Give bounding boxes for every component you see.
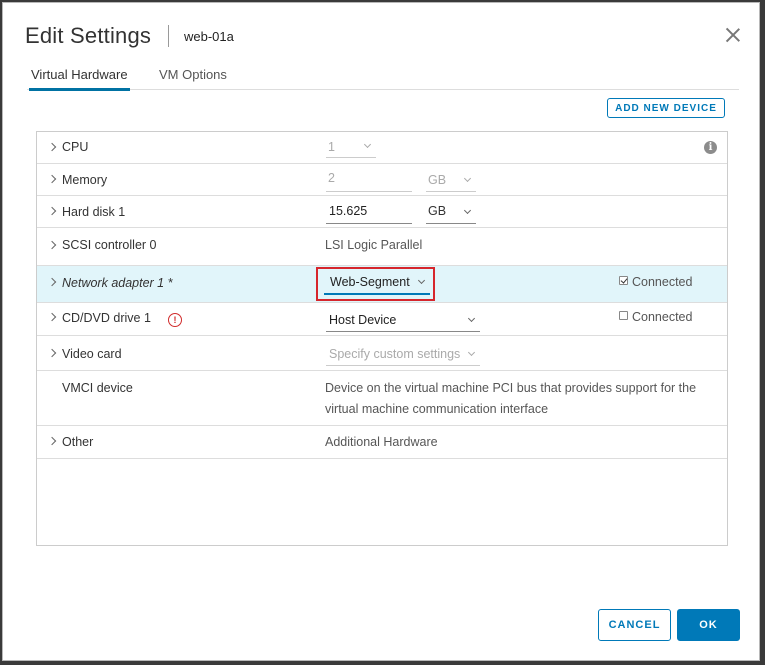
cddvd-connected-checkbox[interactable]: Connected xyxy=(619,310,692,324)
dialog-title: Edit Settings xyxy=(25,23,152,48)
ok-button[interactable]: OK xyxy=(677,609,740,641)
hardware-grid: CPU 1 i Memory 2 GB Hard disk 1 15.625 G… xyxy=(36,131,728,546)
network-value: Web-Segment xyxy=(330,275,410,289)
hard-disk-unit-select[interactable]: GB xyxy=(426,202,476,224)
cddvd-connected-label: Connected xyxy=(632,310,693,324)
hard-disk-unit: GB xyxy=(428,204,447,218)
tab-virtual-hardware[interactable]: Virtual Hardware xyxy=(29,67,130,91)
chevron-down-icon xyxy=(463,174,472,183)
video-card-select: Specify custom settings xyxy=(326,344,480,366)
chevron-down-icon xyxy=(467,314,476,323)
chevron-right-icon[interactable] xyxy=(47,312,57,322)
row-hard-disk: Hard disk 1 15.625 GB xyxy=(37,196,727,228)
row-memory: Memory 2 GB xyxy=(37,164,727,196)
network-adapter-label: Network adapter 1 * xyxy=(62,276,173,290)
hard-disk-label: Hard disk 1 xyxy=(62,205,126,219)
warning-icon: ! xyxy=(168,313,182,327)
chevron-right-icon[interactable] xyxy=(47,277,57,287)
network-connected-checkbox[interactable]: Connected xyxy=(619,275,692,289)
row-network-adapter: Network adapter 1 * Web-Segment Connecte… xyxy=(37,266,727,303)
memory-value: 2 xyxy=(328,171,335,185)
title-divider xyxy=(168,25,169,47)
scsi-value: LSI Logic Parallel xyxy=(325,238,423,252)
network-select[interactable]: Web-Segment xyxy=(324,271,430,295)
memory-label: Memory xyxy=(62,173,108,187)
other-value: Additional Hardware xyxy=(325,435,438,449)
chevron-right-icon[interactable] xyxy=(47,240,57,250)
vm-name: web-01a xyxy=(184,29,234,44)
row-cpu: CPU 1 i xyxy=(37,132,727,164)
cancel-button[interactable]: CANCEL xyxy=(598,609,671,641)
row-other: Other Additional Hardware xyxy=(37,426,727,459)
row-scsi-controller: SCSI controller 0 LSI Logic Parallel xyxy=(37,228,727,266)
row-vmci-device: VMCI device Device on the virtual machin… xyxy=(37,371,727,426)
chevron-down-icon xyxy=(363,140,372,149)
cpu-select: 1 xyxy=(326,138,376,158)
chevron-right-icon[interactable] xyxy=(47,348,57,358)
tab-vm-options[interactable]: VM Options xyxy=(159,67,227,82)
chevron-right-icon[interactable] xyxy=(47,174,57,184)
add-new-device-button[interactable]: ADD NEW DEVICE xyxy=(607,98,725,118)
memory-unit-select: GB xyxy=(426,170,476,192)
cpu-label: CPU xyxy=(62,140,89,154)
info-icon[interactable]: i xyxy=(704,141,717,154)
chevron-down-icon xyxy=(463,206,472,215)
tab-bar: Virtual Hardware VM Options xyxy=(27,63,739,91)
vmci-desc-line2: virtual machine communication interface xyxy=(325,402,549,416)
chevron-right-icon[interactable] xyxy=(47,142,57,152)
video-card-label: Video card xyxy=(62,347,122,361)
video-card-value: Specify custom settings xyxy=(329,347,461,361)
chevron-down-icon xyxy=(417,276,426,285)
edit-settings-dialog: Edit Settings web-01a Virtual Hardware V… xyxy=(2,2,760,661)
close-icon[interactable] xyxy=(725,27,741,43)
network-connected-label: Connected xyxy=(632,275,693,289)
chevron-right-icon[interactable] xyxy=(47,206,57,216)
checkbox-checked-icon xyxy=(619,276,628,285)
hard-disk-size-value: 15.625 xyxy=(329,204,368,218)
cddvd-select[interactable]: Host Device xyxy=(326,310,480,332)
chevron-down-icon xyxy=(467,348,476,357)
row-cd-dvd: CD/DVD drive 1 ! Host Device Connected xyxy=(37,303,727,336)
other-label: Other xyxy=(62,435,94,449)
cddvd-value: Host Device xyxy=(329,313,397,327)
vmci-desc-line1: Device on the virtual machine PCI bus th… xyxy=(325,381,697,395)
cpu-value: 1 xyxy=(328,140,335,154)
chevron-right-icon[interactable] xyxy=(47,436,57,446)
hard-disk-size-input[interactable]: 15.625 xyxy=(326,202,412,224)
row-video-card: Video card Specify custom settings xyxy=(37,336,727,371)
cddvd-label: CD/DVD drive 1 xyxy=(62,311,151,325)
checkbox-unchecked-icon xyxy=(619,311,628,320)
scsi-label: SCSI controller 0 xyxy=(62,238,157,252)
memory-input: 2 xyxy=(326,170,412,192)
memory-unit: GB xyxy=(428,173,447,187)
vmci-label: VMCI device xyxy=(62,381,133,395)
